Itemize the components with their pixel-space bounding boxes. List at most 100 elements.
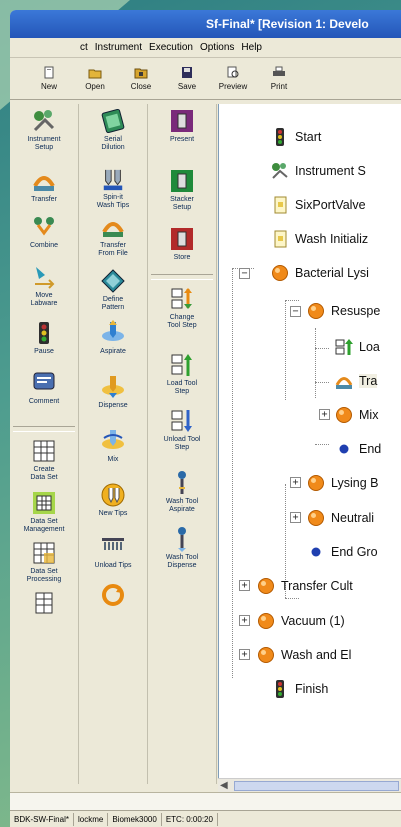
tree-node-label: Mix — [359, 408, 379, 422]
tool-transfer-from-file[interactable]: Transfer From File — [80, 210, 146, 264]
tree-node-label: Wash Initializ — [295, 232, 369, 246]
tool-present[interactable]: Present — [149, 104, 215, 164]
move-labware-icon — [35, 267, 55, 289]
pause-icon — [39, 322, 49, 344]
tool-data-set[interactable] — [11, 586, 77, 620]
instrument-setup-icon — [272, 163, 288, 179]
tree-node-bacterial-lysis[interactable]: Bacterial Lysi — [271, 262, 369, 284]
save-icon — [182, 67, 192, 78]
tool-unload-tips[interactable]: Unload Tips — [80, 530, 146, 578]
menu-file[interactable]: ct — [80, 42, 88, 53]
tool-mix[interactable]: Mix — [80, 424, 146, 478]
menu-bar: ct Instrument Execution Options Help — [10, 38, 401, 58]
new-tips-icon — [101, 483, 125, 507]
tree-node-label: Start — [295, 130, 322, 144]
tree-node-neutralize[interactable]: Neutrali — [307, 507, 374, 529]
menu-help[interactable]: Help — [241, 42, 262, 53]
menu-execution[interactable]: Execution — [149, 42, 193, 53]
new-button[interactable]: New — [28, 58, 70, 99]
load-tool-step-icon — [335, 339, 353, 355]
tool-create-data-set[interactable]: Create Data Set — [11, 434, 77, 486]
tree-node-label: End — [359, 442, 382, 456]
tool-new-tips[interactable]: New Tips — [80, 478, 146, 530]
traffic-light-icon — [276, 128, 284, 146]
unload-tool-step-icon — [171, 410, 192, 432]
tree-node-sixportvalve[interactable]: SixPortValve — [271, 194, 366, 216]
tool-define-pattern[interactable]: Define Pattern — [80, 264, 146, 316]
orange-ball-icon — [258, 578, 274, 594]
expander-resuspend[interactable]: − — [290, 306, 301, 317]
tool-change-tool-step[interactable]: Change Tool Step — [149, 282, 215, 348]
tree-node-load[interactable]: Loa — [335, 336, 380, 358]
tool-wash-tool-dispense-label: Wash Tool Dispense — [165, 554, 199, 569]
expander-bacterial-lysis[interactable]: − — [239, 268, 250, 279]
expander-wash-and-elute[interactable]: + — [239, 649, 250, 660]
tool-load-tool-step[interactable]: Load Tool Step — [149, 348, 215, 404]
tree-node-mix[interactable]: Mix — [335, 404, 378, 426]
close-label: Close — [130, 82, 152, 91]
tool-data-set-processing-label: Data Set Processing — [26, 568, 62, 583]
expander-vacuum[interactable]: + — [239, 615, 250, 626]
step-palette: Instrument Setup Transfer Combine Move L… — [10, 104, 218, 784]
tool-data-set-processing[interactable]: Data Set Processing — [11, 536, 77, 586]
tree-node-instrument-setup[interactable]: Instrument S — [271, 160, 366, 182]
expander-neutralize[interactable]: + — [290, 512, 301, 523]
tool-mix-label: Mix — [107, 456, 119, 463]
tree-node-start[interactable]: Start — [271, 126, 321, 148]
menu-options[interactable]: Options — [200, 42, 234, 53]
tree-node-lysing-buffer[interactable]: Lysing B — [307, 472, 378, 494]
tool-store[interactable]: Store — [149, 222, 215, 272]
tool-stacker-setup[interactable]: Stacker Setup — [149, 164, 215, 222]
tool-move-labware[interactable]: Move Labware — [11, 260, 77, 316]
scroll-thumb[interactable] — [234, 781, 399, 791]
tree-node-finish[interactable]: Finish — [271, 678, 328, 700]
expander-mix[interactable]: + — [319, 409, 330, 420]
tool-pause[interactable]: Pause — [11, 316, 77, 366]
tool-wash-tool-aspirate[interactable]: Wash Tool Aspirate — [149, 466, 215, 522]
tool-loop[interactable] — [80, 578, 146, 612]
expander-transfer-culture[interactable]: + — [239, 580, 250, 591]
tool-comment[interactable]: Comment — [11, 366, 77, 424]
present-icon — [171, 110, 193, 132]
tool-serial-dilution[interactable]: Serial Dilution — [80, 104, 146, 164]
save-button[interactable]: Save — [166, 58, 208, 99]
tree-node-label: Lysing B — [331, 476, 379, 490]
tool-combine[interactable]: Combine — [11, 210, 77, 260]
tree-node-end-group[interactable]: End — [335, 438, 381, 460]
open-button[interactable]: Open — [74, 58, 116, 99]
tool-spin-it-wash-tips[interactable]: Spin-it Wash Tips — [80, 164, 146, 210]
palette-divider — [151, 274, 213, 280]
tree-node-wash-and-elute[interactable]: Wash and El — [257, 644, 351, 666]
tree-node-label: End Gro — [331, 545, 378, 559]
tree-node-end-group-outer[interactable]: End Gro — [307, 541, 378, 563]
traffic-light-icon — [276, 680, 284, 698]
open-label: Open — [85, 82, 105, 91]
title-bar[interactable]: Sf-Final* [Revision 1: Develo — [10, 10, 401, 38]
tool-unload-tool-step[interactable]: Unload Tool Step — [149, 404, 215, 466]
scroll-left-arrow-icon[interactable]: ◀ — [220, 780, 228, 791]
new-label: New — [40, 82, 57, 91]
tool-dispense[interactable]: Dispense — [80, 370, 146, 424]
tree-node-wash-initialize[interactable]: Wash Initializ — [271, 228, 368, 250]
palette-column-1: Instrument Setup Transfer Combine Move L… — [10, 104, 79, 784]
store-icon — [171, 228, 193, 250]
close-button[interactable]: Close — [120, 58, 162, 99]
tree-node-label: Neutrali — [331, 511, 375, 525]
tool-unload-tool-step-label: Unload Tool Step — [163, 436, 201, 451]
menu-instrument[interactable]: Instrument — [95, 42, 142, 53]
tool-transfer[interactable]: Transfer — [11, 164, 77, 210]
tree-node-transfer-culture[interactable]: Transfer Cult — [257, 575, 353, 597]
tool-aspirate[interactable]: Aspirate — [80, 316, 146, 370]
tool-instrument-setup[interactable]: Instrument Setup — [11, 104, 77, 164]
tree-horizontal-scrollbar[interactable]: ◀ — [218, 778, 401, 792]
tree-node-resuspend[interactable]: Resuspe — [307, 300, 380, 322]
tool-data-set-management[interactable]: Data Set Management — [11, 486, 77, 536]
expander-lysing-buffer[interactable]: + — [290, 477, 301, 488]
print-button[interactable]: Print — [258, 58, 300, 99]
tree-node-transfer[interactable]: Tra — [335, 370, 378, 392]
tree-node-vacuum[interactable]: Vacuum (1) — [257, 610, 345, 632]
tool-wash-tool-dispense[interactable]: Wash Tool Dispense — [149, 522, 215, 582]
window-title: Sf-Final* [Revision 1: Develo — [206, 17, 369, 31]
preview-button[interactable]: Preview — [212, 58, 254, 99]
data-set-management-icon — [33, 492, 55, 514]
